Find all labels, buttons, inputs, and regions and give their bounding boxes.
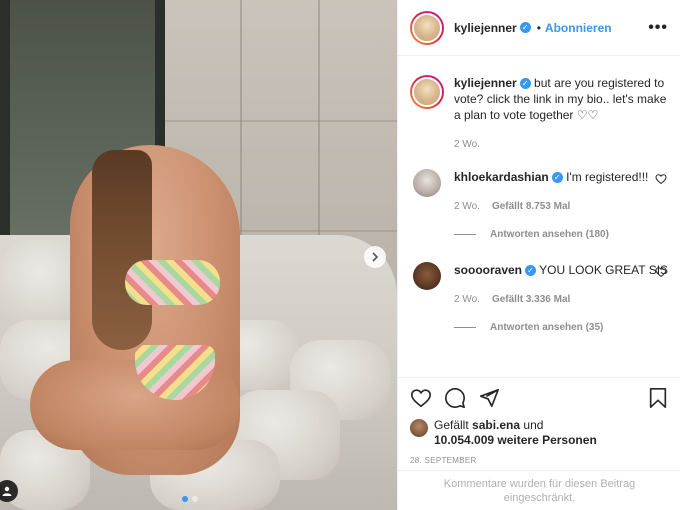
view-replies-label: Antworten ansehen (180)	[490, 229, 609, 240]
likes-count-link[interactable]: 10.054.009 weitere Personen	[434, 433, 597, 447]
comment-username[interactable]: khloekardashian	[454, 170, 549, 184]
caption-username[interactable]: kyliejenner	[454, 76, 517, 90]
caption-meta: 2 Wo.	[454, 137, 669, 153]
separator: •	[536, 20, 541, 35]
likes-text: Gefällt sabi.ena und 10.054.009 weitere …	[434, 418, 597, 448]
post-photo[interactable]	[0, 0, 397, 510]
post-date[interactable]: 28. SEPTEMBER	[398, 456, 680, 465]
view-replies-button[interactable]: Antworten ansehen (180)	[454, 229, 669, 240]
likes-prefix: Gefällt	[434, 418, 469, 432]
likes-connector: und	[523, 418, 544, 432]
window-frame	[0, 0, 10, 250]
heart-icon[interactable]	[655, 266, 667, 278]
comment-meta: 2 Wo. Gefällt 3.336 Mal	[454, 292, 669, 308]
comment-time[interactable]: 2 Wo.	[454, 199, 480, 215]
verified-badge-icon: ✓	[519, 78, 531, 90]
verified-badge-icon: ✓	[551, 172, 563, 184]
follow-button[interactable]: Abonnieren	[545, 21, 612, 35]
comment-likes[interactable]: Gefällt 8.753 Mal	[492, 199, 570, 215]
comment-item: khloekardashian ✓ I'm registered!!! 2 Wo.…	[410, 169, 669, 215]
comments-restricted-notice: Kommentare wurden für diesen Beitrag ein…	[398, 470, 680, 510]
comment-meta: 2 Wo. Gefällt 8.753 Mal	[454, 199, 669, 215]
comment-body: sooooraven ✓ YOU LOOK GREAT SIS 2 Wo. Gef…	[454, 262, 669, 308]
swimwear-top	[125, 260, 220, 305]
view-replies-label: Antworten ansehen (35)	[490, 322, 604, 333]
avatar[interactable]	[413, 262, 441, 290]
comment-username[interactable]: sooooraven	[454, 263, 522, 277]
wall-seam	[165, 120, 397, 122]
chevron-right-icon[interactable]	[364, 246, 386, 268]
replies-line	[454, 234, 476, 235]
post-actions-section: Gefällt sabi.ena und 10.054.009 weitere …	[398, 377, 680, 465]
like-heart-icon[interactable]	[410, 387, 432, 409]
avatar-image	[412, 77, 442, 107]
carousel-indicator	[182, 496, 198, 502]
caption-time[interactable]: 2 Wo.	[454, 137, 480, 153]
more-horizontal-icon[interactable]: •••	[648, 19, 668, 37]
comments-list: kyliejenner ✓ but are you registered to v…	[398, 57, 680, 377]
verified-badge-icon: ✓	[519, 22, 531, 33]
avatar[interactable]	[410, 419, 428, 437]
post-header: kyliejenner ✓ • Abonnieren •••	[398, 0, 680, 56]
comment-item: sooooraven ✓ YOU LOOK GREAT SIS 2 Wo. Gef…	[410, 262, 669, 308]
avatar[interactable]	[413, 169, 441, 197]
carousel-dot	[192, 496, 198, 502]
comment-time[interactable]: 2 Wo.	[454, 292, 480, 308]
avatar[interactable]	[410, 75, 444, 109]
heart-icon[interactable]	[655, 173, 667, 185]
person-hair	[92, 150, 152, 350]
action-bar	[398, 378, 680, 418]
likes-summary: Gefällt sabi.ena und 10.054.009 weitere …	[398, 418, 680, 448]
comment-likes[interactable]: Gefällt 3.336 Mal	[492, 292, 570, 308]
avatar[interactable]	[410, 10, 444, 45]
comment-text: YOU LOOK GREAT SIS	[539, 263, 669, 277]
caption: kyliejenner ✓ but are you registered to v…	[410, 75, 669, 153]
verified-badge-icon: ✓	[525, 265, 537, 277]
carousel-dot-active	[182, 496, 188, 502]
comment-bubble-icon[interactable]	[444, 387, 466, 409]
username-link[interactable]: kyliejenner	[454, 21, 517, 35]
avatar-image	[412, 12, 442, 43]
comment-text: I'm registered!!!	[566, 170, 649, 184]
post-details-panel: kyliejenner ✓ • Abonnieren ••• kyliejenn…	[397, 0, 680, 510]
comment-body: khloekardashian ✓ I'm registered!!! 2 Wo.…	[454, 169, 669, 215]
replies-line	[454, 327, 476, 328]
share-paper-plane-icon[interactable]	[478, 387, 500, 409]
caption-body: kyliejenner ✓ but are you registered to v…	[454, 75, 669, 153]
likes-user-link[interactable]: sabi.ena	[472, 418, 520, 432]
view-replies-button[interactable]: Antworten ansehen (35)	[454, 322, 669, 333]
save-bookmark-icon[interactable]	[647, 387, 669, 409]
